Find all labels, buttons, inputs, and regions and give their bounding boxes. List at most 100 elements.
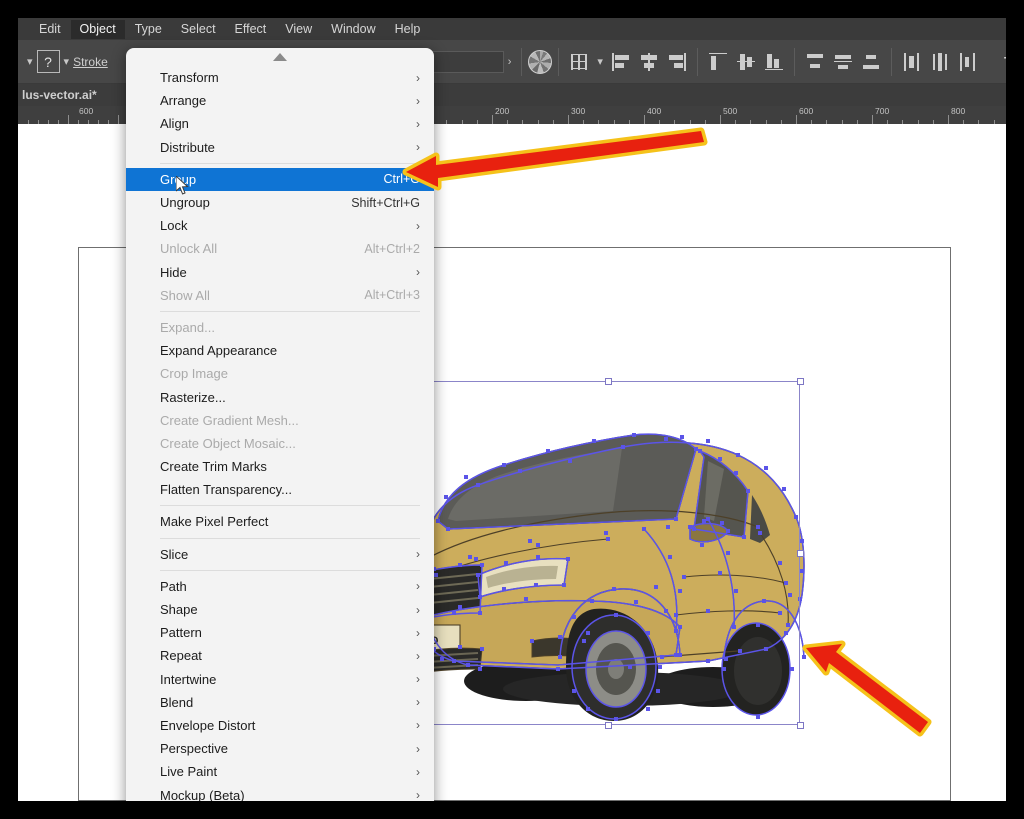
- chevron-right-icon: ›: [416, 718, 420, 733]
- menu-item-label: Perspective: [160, 741, 228, 757]
- menu-effect[interactable]: Effect: [226, 20, 276, 39]
- align-bottom-icon[interactable]: [763, 51, 785, 73]
- menu-item-shape[interactable]: Shape ›: [126, 598, 434, 621]
- menu-item-label: Expand...: [160, 319, 215, 335]
- menu-item-lock[interactable]: Lock ›: [126, 214, 434, 237]
- help-box[interactable]: ?: [36, 50, 60, 73]
- menu-item-rasterize[interactable]: Rasterize...: [126, 385, 434, 408]
- menu-item-perspective[interactable]: Perspective ›: [126, 737, 434, 760]
- menu-select[interactable]: Select: [172, 20, 225, 39]
- menu-item-label: Shape: [160, 602, 198, 618]
- menu-item-label: Create Object Mosaic...: [160, 435, 296, 451]
- selection-handle-tc[interactable]: [605, 378, 612, 385]
- opacity-wheel-icon[interactable]: [528, 49, 553, 74]
- selection-bounding-box[interactable]: [413, 378, 804, 729]
- menu-item-expand-appearance[interactable]: Expand Appearance: [126, 339, 434, 362]
- ruler-tick: [492, 115, 493, 124]
- stroke-label[interactable]: Stroke: [73, 55, 108, 69]
- menu-item-label: Expand Appearance: [160, 343, 278, 359]
- menu-item-shortcut: Ctrl+G: [383, 172, 420, 187]
- document-tab[interactable]: lus-vector.ai*: [22, 88, 97, 102]
- selection-handle-bc[interactable]: [605, 722, 612, 729]
- menu-view[interactable]: View: [276, 20, 321, 39]
- chevron-right-icon-swatch[interactable]: ›: [504, 56, 516, 68]
- menu-item-mockup-beta[interactable]: Mockup (Beta) ›: [126, 783, 434, 801]
- align-left-icon[interactable]: [610, 51, 632, 73]
- align-middle-vertical-icon[interactable]: [735, 51, 757, 73]
- menu-item-label: Pattern: [160, 625, 202, 641]
- selection-handle-tr[interactable]: [797, 378, 804, 385]
- chevron-right-icon: ›: [416, 741, 420, 756]
- menu-item-arrange[interactable]: Arrange ›: [126, 89, 434, 112]
- menu-item-pattern[interactable]: Pattern ›: [126, 621, 434, 644]
- menu-item-label: Envelope Distort: [160, 717, 256, 733]
- menu-item-label: Align: [160, 116, 189, 132]
- selection-handle-mr[interactable]: [797, 550, 804, 557]
- ruler-tick: [948, 115, 949, 124]
- align-right-icon[interactable]: [666, 51, 688, 73]
- chevron-down-icon-help[interactable]: ▾: [60, 55, 74, 68]
- chevron-down-icon-left[interactable]: ▾: [23, 55, 37, 68]
- menu-item-transform[interactable]: Transform ›: [126, 66, 434, 89]
- chevron-down-icon-align[interactable]: ▾: [593, 55, 607, 68]
- menu-scroll-up-icon[interactable]: [126, 48, 434, 66]
- menu-item-label: Lock: [160, 218, 188, 234]
- menu-item-distribute[interactable]: Distribute ›: [126, 136, 434, 159]
- menu-item-intertwine[interactable]: Intertwine ›: [126, 668, 434, 691]
- transform-label[interactable]: Transfo: [1004, 55, 1006, 69]
- object-dropdown-menu[interactable]: Transform › Arrange › Align › Distribute › Group…: [126, 48, 434, 801]
- menu-type[interactable]: Type: [126, 20, 171, 39]
- menu-item-envelope-distort[interactable]: Envelope Distort ›: [126, 714, 434, 737]
- ruler-label: 400: [647, 106, 662, 116]
- menu-item-label: Make Pixel Perfect: [160, 514, 269, 530]
- menu-item-slice[interactable]: Slice ›: [126, 543, 434, 566]
- chevron-right-icon: ›: [416, 625, 420, 640]
- menu-item-label: Create Gradient Mesh...: [160, 412, 299, 428]
- menu-help[interactable]: Help: [386, 20, 430, 39]
- ruler-label: 600: [799, 106, 814, 116]
- menu-item-label: Show All: [160, 287, 210, 303]
- menu-item-path[interactable]: Path ›: [126, 575, 434, 598]
- menu-item-label: Arrange: [160, 93, 207, 109]
- menu-item-label: Crop Image: [160, 366, 228, 382]
- align-top-icon[interactable]: [707, 51, 729, 73]
- ruler-label: 500: [723, 106, 738, 116]
- divider-4: [793, 47, 795, 76]
- menu-item-make-pixel-perfect[interactable]: Make Pixel Perfect: [126, 510, 434, 533]
- chevron-right-icon: ›: [416, 648, 420, 663]
- menu-item-repeat[interactable]: Repeat ›: [126, 644, 434, 667]
- selection-handle-br[interactable]: [797, 722, 804, 729]
- ruler-label: 300: [571, 106, 586, 116]
- menu-item-ungroup[interactable]: Ungroup Shift+Ctrl+G: [126, 191, 434, 214]
- menu-item-show-all: Show All Alt+Ctrl+3: [126, 284, 434, 307]
- chevron-right-icon: ›: [416, 218, 420, 233]
- menu-window[interactable]: Window: [322, 20, 384, 39]
- ruler-tick: [118, 115, 119, 124]
- distribute-spacing-left-icon[interactable]: [901, 51, 923, 73]
- distribute-top-icon[interactable]: [804, 51, 826, 73]
- menu-item-blend[interactable]: Blend ›: [126, 691, 434, 714]
- ruler-tick: [644, 115, 645, 124]
- menu-item-live-paint[interactable]: Live Paint ›: [126, 760, 434, 783]
- align-center-horizontal-icon[interactable]: [638, 51, 660, 73]
- menu-item-hide[interactable]: Hide ›: [126, 261, 434, 284]
- menu-item-label: Unlock All: [160, 241, 218, 257]
- chevron-right-icon: ›: [416, 764, 420, 779]
- menu-item-flatten-transparency[interactable]: Flatten Transparency...: [126, 478, 434, 501]
- menu-separator: [160, 310, 420, 312]
- distribute-spacing-right-icon[interactable]: [957, 51, 979, 73]
- distribute-spacing-center-icon[interactable]: [929, 51, 951, 73]
- distribute-center-icon[interactable]: [832, 51, 854, 73]
- menu-object[interactable]: Object: [70, 19, 125, 39]
- menu-item-create-trim-marks[interactable]: Create Trim Marks: [126, 455, 434, 478]
- illustrator-screenshot: Edit Object Type Select Effect View Wind…: [0, 0, 1024, 819]
- menu-item-align[interactable]: Align ›: [126, 112, 434, 135]
- menu-edit[interactable]: Edit: [30, 20, 70, 39]
- align-grid-icon[interactable]: [568, 51, 590, 73]
- chevron-right-icon: ›: [416, 140, 420, 155]
- menu-item-expand: Expand...: [126, 316, 434, 339]
- menu-item-crop-image: Crop Image: [126, 362, 434, 385]
- distribute-bottom-icon[interactable]: [860, 51, 882, 73]
- menu-item-group[interactable]: Group Ctrl+G: [126, 167, 434, 191]
- chevron-right-icon: ›: [416, 93, 420, 108]
